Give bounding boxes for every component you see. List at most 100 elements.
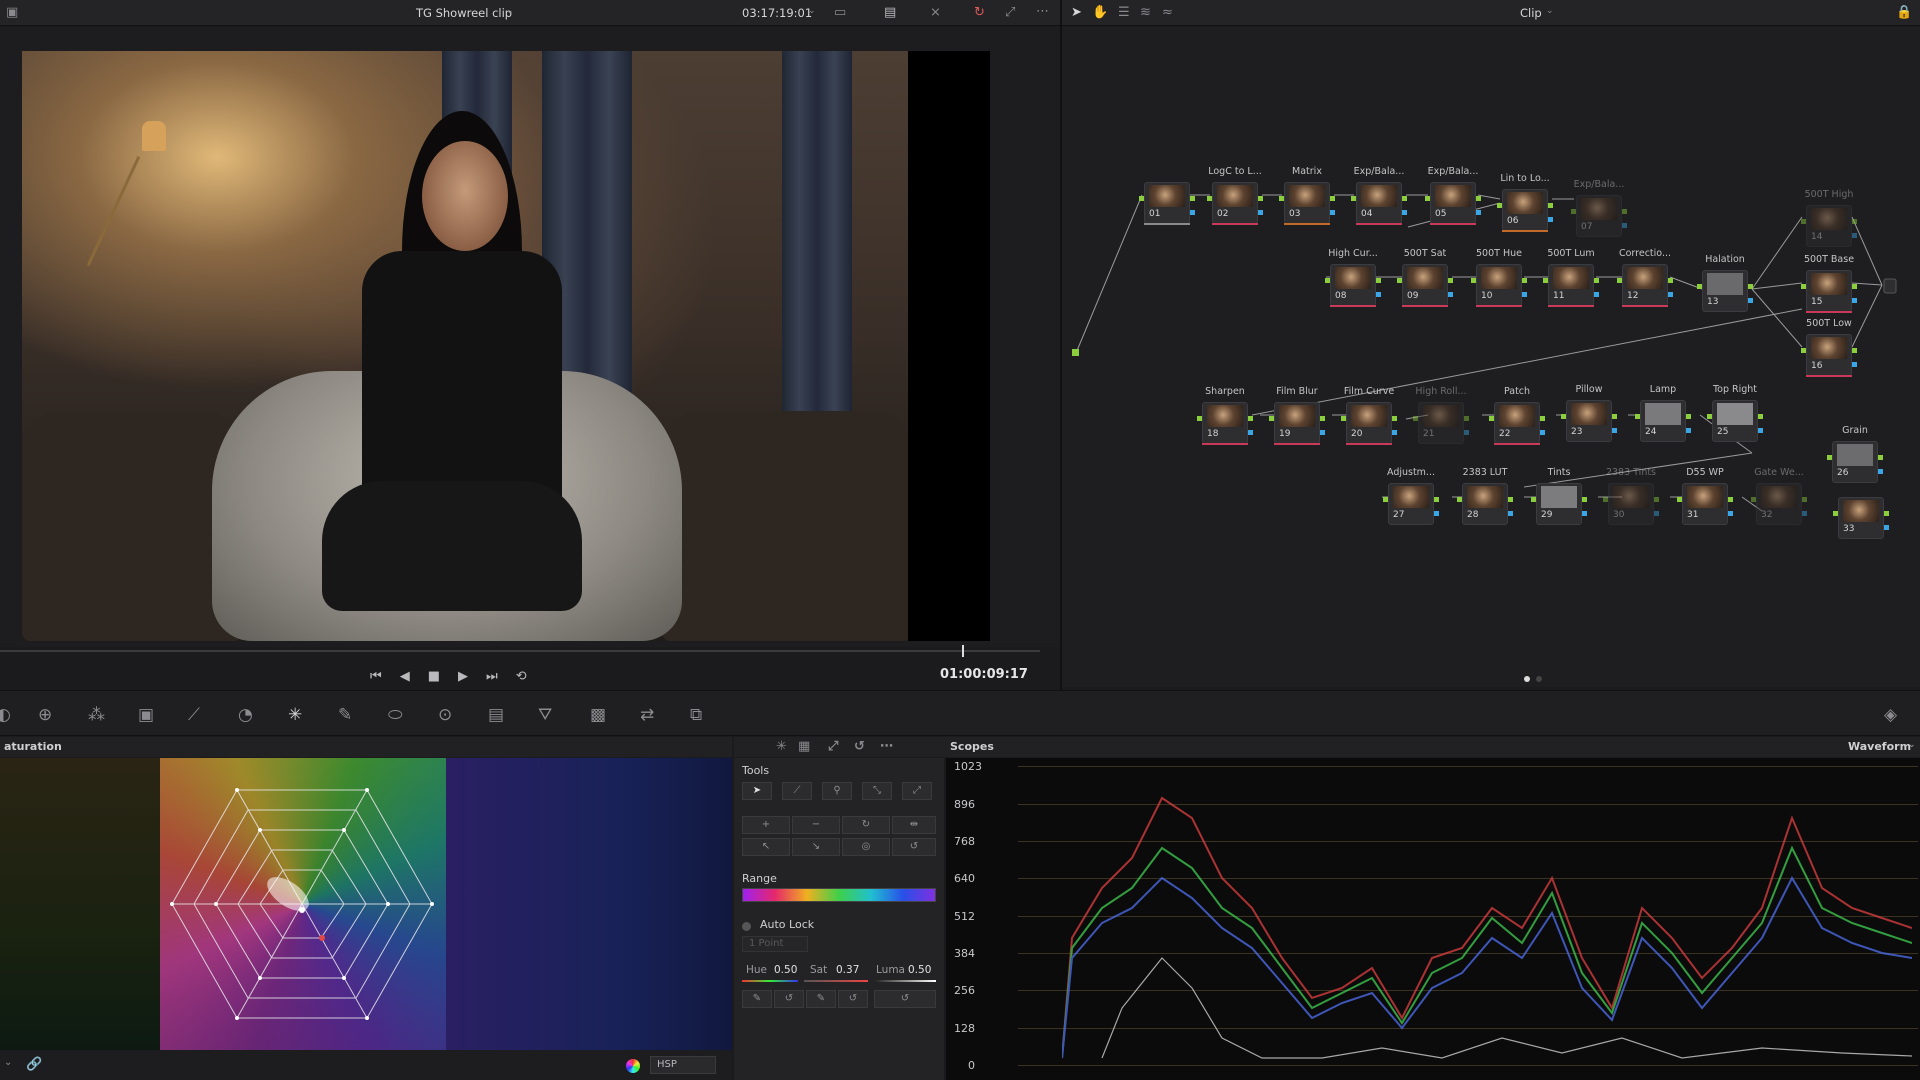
select-tool-button[interactable]: ➤ bbox=[742, 782, 772, 800]
sizing-icon[interactable]: ⇄ bbox=[640, 705, 654, 725]
play-icon[interactable]: ▶ bbox=[458, 669, 468, 684]
warper-mode-icon[interactable]: ✳ bbox=[776, 740, 787, 753]
reset-all-button[interactable]: ↺ bbox=[874, 990, 936, 1008]
chevron-down-icon[interactable]: ⌄ bbox=[1908, 741, 1916, 750]
node-33[interactable]: 33 bbox=[1833, 497, 1889, 543]
pick-to-button[interactable]: ✎ bbox=[806, 990, 836, 1008]
scope-mode-select[interactable]: Waveform bbox=[1848, 740, 1911, 753]
sat-value[interactable]: 0.37 bbox=[836, 964, 859, 976]
pointer-tool-icon[interactable]: ➤ bbox=[1071, 6, 1082, 19]
reset-icon[interactable]: ↺ bbox=[854, 740, 865, 753]
node-19[interactable]: Film Blur 19 bbox=[1269, 386, 1325, 448]
luma-value[interactable]: 0.50 bbox=[908, 964, 931, 976]
node-05[interactable]: Exp/Bala... 05 bbox=[1425, 166, 1481, 228]
pin-tool-button[interactable]: ⚲ bbox=[822, 782, 852, 800]
rgb-mixer-icon[interactable]: ▣ bbox=[138, 705, 154, 725]
link-icon[interactable]: 🔗 bbox=[26, 1058, 42, 1071]
stop-icon[interactable]: ■ bbox=[428, 669, 440, 684]
node-26[interactable]: Grain 26 bbox=[1827, 425, 1883, 487]
remove-point-button[interactable]: − bbox=[792, 816, 840, 834]
magic-mask-icon[interactable]: ▤ bbox=[488, 705, 504, 725]
panel-toggle-icon[interactable]: ▣ bbox=[6, 6, 18, 19]
lock-icon[interactable]: 🔒 bbox=[1896, 6, 1912, 19]
converge-tool-button[interactable]: ⤡ bbox=[862, 782, 892, 800]
chevron-down-icon[interactable]: ⌄ bbox=[1546, 7, 1554, 16]
node-24[interactable]: Lamp 24 bbox=[1635, 384, 1691, 446]
reset-from-button[interactable]: ↺ bbox=[774, 990, 804, 1008]
3d-icon[interactable]: ⧉ bbox=[690, 705, 702, 725]
window-icon[interactable]: ⬭ bbox=[388, 705, 403, 725]
select-free-button[interactable]: ↘ bbox=[792, 838, 840, 856]
node-02[interactable]: LogC to L... 02 bbox=[1207, 166, 1263, 228]
node-list-icon[interactable]: ☰ bbox=[1118, 6, 1130, 19]
display-mode-icon[interactable]: ▤ bbox=[884, 6, 896, 19]
node-06[interactable]: Lin to Lo... 06 bbox=[1497, 173, 1553, 235]
wipe-icon[interactable]: ⨯ bbox=[930, 6, 941, 19]
refresh-icon[interactable]: ↻ bbox=[974, 6, 985, 19]
sat-slider[interactable] bbox=[804, 980, 868, 982]
auto-lock-toggle[interactable] bbox=[742, 922, 751, 931]
luma-slider[interactable] bbox=[874, 980, 936, 982]
timeline-scrubber[interactable] bbox=[0, 650, 1040, 652]
expand-tool-button[interactable]: ⤢ bbox=[902, 782, 932, 800]
point-select[interactable]: 1 Point bbox=[742, 936, 808, 952]
node-27[interactable]: Adjustm... 27 bbox=[1383, 467, 1439, 529]
select-pin-button[interactable]: ↖ bbox=[742, 838, 790, 856]
page-indicator[interactable] bbox=[1536, 676, 1542, 682]
reset-to-button[interactable]: ↺ bbox=[838, 990, 868, 1008]
node-32[interactable]: Gate We... 32 bbox=[1751, 467, 1807, 529]
node-10[interactable]: 500T Hue 10 bbox=[1471, 248, 1527, 310]
grid-icon[interactable]: ▦ bbox=[798, 740, 810, 753]
curves-icon[interactable]: ⟋ bbox=[188, 705, 200, 725]
hand-tool-icon[interactable]: ✋ bbox=[1092, 6, 1108, 19]
draw-tool-button[interactable]: ⟋ bbox=[782, 782, 812, 800]
pick-from-button[interactable]: ✎ bbox=[742, 990, 772, 1008]
node-03[interactable]: Matrix 03 bbox=[1279, 166, 1335, 228]
warper-mesh[interactable] bbox=[160, 758, 446, 1050]
node-23[interactable]: Pillow 23 bbox=[1561, 384, 1617, 446]
loop-icon[interactable]: ⟲ bbox=[516, 669, 527, 684]
color-match-icon[interactable]: ⊕ bbox=[38, 705, 52, 725]
node-04[interactable]: Exp/Bala... 04 bbox=[1351, 166, 1407, 228]
node-22[interactable]: Patch 22 bbox=[1489, 386, 1545, 448]
pin-all-button[interactable]: ⇹ bbox=[892, 816, 936, 834]
node-14[interactable]: 500T High 14 bbox=[1801, 189, 1857, 251]
fullscreen-icon[interactable]: ⤢ bbox=[1005, 6, 1015, 19]
color-space-select[interactable]: HSP bbox=[650, 1056, 716, 1074]
node-21[interactable]: High Roll... 21 bbox=[1413, 386, 1469, 448]
tracker-icon[interactable]: ⊙ bbox=[438, 705, 452, 725]
hue-value[interactable]: 0.50 bbox=[774, 964, 797, 976]
node-graph[interactable]: 01 LogC to L... 02 Matrix 03 Exp/Bala... 04… bbox=[1062, 27, 1920, 687]
chevron-down-icon[interactable]: ⌄ bbox=[4, 1058, 12, 1068]
layers-icon[interactable]: ≋ bbox=[1140, 6, 1151, 19]
video-frame[interactable] bbox=[22, 51, 908, 641]
color-wheels-icon[interactable]: ⁂ bbox=[88, 705, 105, 725]
qualifier-icon[interactable]: ✎ bbox=[338, 705, 352, 725]
range-slider[interactable] bbox=[742, 888, 936, 902]
chevron-down-icon[interactable]: ⌄ bbox=[506, 7, 514, 16]
node-20[interactable]: Film Curve 20 bbox=[1341, 386, 1397, 448]
node-31[interactable]: D55 WP 31 bbox=[1677, 467, 1733, 529]
add-point-button[interactable]: + bbox=[742, 816, 790, 834]
node-15[interactable]: 500T Base 15 bbox=[1801, 254, 1857, 316]
hue-slider[interactable] bbox=[742, 980, 798, 982]
playhead-marker[interactable] bbox=[962, 645, 964, 657]
skip-to-end-icon[interactable]: ⏭ bbox=[486, 669, 498, 684]
play-reverse-icon[interactable]: ◀ bbox=[400, 669, 410, 684]
links-icon[interactable]: ≈ bbox=[1162, 6, 1173, 19]
viewer-size-icon[interactable]: ▭ bbox=[834, 6, 846, 19]
node-18[interactable]: Sharpen 18 bbox=[1197, 386, 1253, 448]
node-08[interactable]: High Cur... 08 bbox=[1325, 248, 1381, 310]
color-warper[interactable] bbox=[0, 758, 732, 1050]
node-09[interactable]: 500T Sat 09 bbox=[1397, 248, 1453, 310]
node-12[interactable]: Correctio... 12 bbox=[1617, 248, 1673, 310]
node-07[interactable]: Exp/Bala... 07 bbox=[1571, 179, 1627, 241]
node-25[interactable]: Top Right 25 bbox=[1707, 384, 1763, 446]
hdr-icon[interactable]: ◔ bbox=[238, 705, 253, 725]
blur-icon[interactable]: ⛛ bbox=[538, 705, 552, 725]
node-01[interactable]: 01 bbox=[1139, 182, 1195, 228]
page-indicator-active[interactable] bbox=[1524, 676, 1530, 682]
node-29[interactable]: Tints 29 bbox=[1531, 467, 1587, 529]
key-icon[interactable]: ▩ bbox=[590, 705, 606, 725]
node-mode-select[interactable]: Clip bbox=[1520, 6, 1542, 20]
